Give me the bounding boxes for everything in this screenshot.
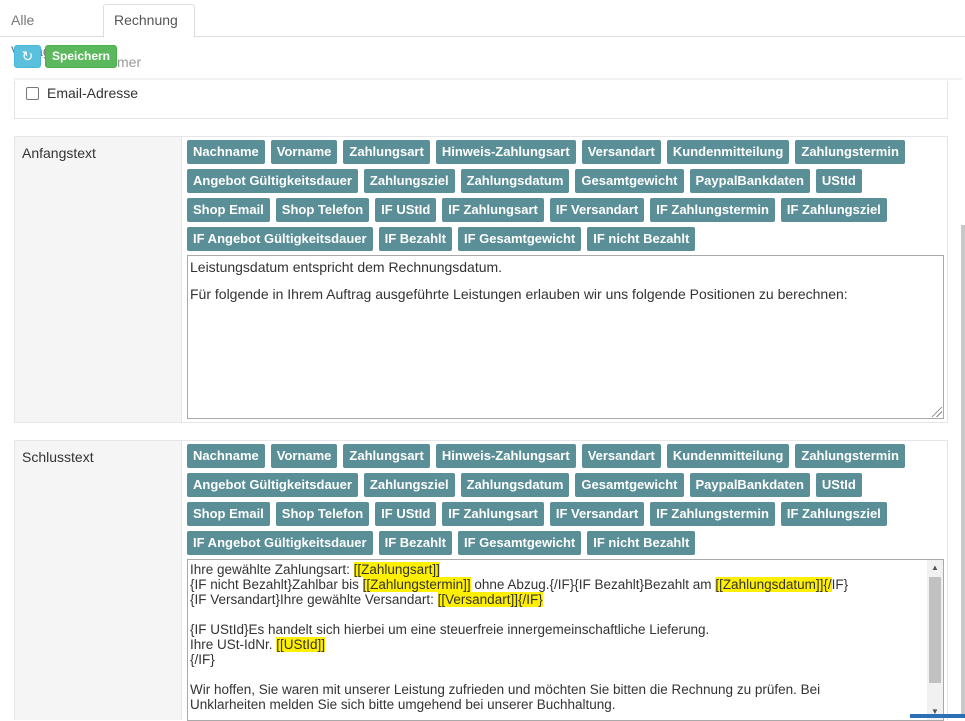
accent-strip [910,714,965,718]
var-button-if-zahlungstermin[interactable]: IF Zahlungstermin [650,502,775,526]
var-button-zahlungstermin[interactable]: Zahlungstermin [795,140,905,164]
var-button-if-bezahlt[interactable]: IF Bezahlt [378,531,452,555]
refresh-icon: ↻ [21,48,34,64]
var-button-kundenmitteilung[interactable]: Kundenmitteilung [666,140,790,164]
var-button-vorname[interactable]: Vorname [270,140,338,164]
var-button-hinweis-zahlungsart[interactable]: Hinweis-Zahlungsart [435,140,576,164]
var-button-paypalbankdaten[interactable]: PaypalBankdaten [689,473,810,497]
divider [14,78,962,80]
anfangstext-section: Anfangstext Nachname Vorname Zahlungsart Hi… [14,136,948,423]
var-button-if-gesamtgewicht[interactable]: IF Gesamtgewicht [458,531,582,555]
refresh-button[interactable]: ↻ [14,45,41,68]
var-button-if-bezahlt[interactable]: IF Bezahlt [378,227,452,251]
resize-handle-icon[interactable] [932,407,942,417]
var-button-if-angebot-gueltigkeitsdauer[interactable]: IF Angebot Gültigkeitsdauer [187,531,373,555]
var-button-if-zahlungsart[interactable]: IF Zahlungsart [442,502,544,526]
var-button-zahlungsart[interactable]: Zahlungsart [343,444,430,468]
var-button-shop-telefon[interactable]: Shop Telefon [275,502,370,526]
var-button-zahlungsziel[interactable]: Zahlungsziel [363,473,455,497]
var-button-shop-email[interactable]: Shop Email [187,502,270,526]
textarea-line: Unklarheiten melden Sie sich bitte umgeh… [190,697,616,712]
var-button-angebot-gueltigkeitsdauer[interactable]: Angebot Gültigkeitsdauer [187,473,358,497]
placeholder-highlight: [[Zahlungsdatum]]{/ [715,577,832,592]
var-button-if-zahlungstermin[interactable]: IF Zahlungstermin [650,198,775,222]
var-button-if-nicht-bezahlt[interactable]: IF nicht Bezahlt [587,227,696,251]
schlusstext-section: Schlusstext Nachname Vorname Zahlungsart Hi… [14,440,948,721]
var-button-shop-email[interactable]: Shop Email [187,198,270,222]
var-button-if-zahlungsziel[interactable]: IF Zahlungsziel [780,502,887,526]
var-button-ustid[interactable]: UStId [815,473,862,497]
var-button-kundenmitteilung[interactable]: Kundenmitteilung [666,444,790,468]
page-scrollbar[interactable] [961,225,965,715]
schlusstext-content: Nachname Vorname Zahlungsart Hinweis-Zahlun… [181,441,947,721]
var-button-gesamtgewicht[interactable]: Gesamtgewicht [575,473,684,497]
textarea-line: Ihre USt-IdNr. [[UStId]] [190,637,326,652]
var-button-vorname[interactable]: Vorname [270,444,338,468]
textarea-line: Für folgende in Ihrem Auftrag ausgeführt… [190,286,848,302]
textarea-line: Wir hoffen, Sie waren mit unserer Leistu… [190,682,821,697]
var-button-if-zahlungsziel[interactable]: IF Zahlungsziel [780,198,887,222]
var-button-versandart[interactable]: Versandart [581,444,661,468]
var-button-nachname[interactable]: Nachname [187,444,265,468]
email-checkbox[interactable] [26,87,39,100]
placeholder-highlight: [[Zahlungsart]] [353,562,440,577]
textarea-line: Leistungsdatum entspricht dem Rechnungsd… [190,259,503,275]
var-button-gesamtgewicht[interactable]: Gesamtgewicht [575,169,684,193]
var-button-zahlungsdatum[interactable]: Zahlungsdatum [460,169,570,193]
var-button-nachname[interactable]: Nachname [187,140,265,164]
schlusstext-textarea[interactable]: Ihre gewählte Zahlungsart: [[Zahlungsart… [187,559,944,721]
schlusstext-label: Schlusstext [22,449,94,465]
anfangstext-label: Anfangstext [22,145,96,161]
var-button-angebot-gueltigkeitsdauer[interactable]: Angebot Gültigkeitsdauer [187,169,358,193]
variable-buttons: Nachname Vorname Zahlungsart Hinweis-Zahlun… [187,140,947,256]
obscured-label: mer [117,54,142,70]
var-button-zahlungsdatum[interactable]: Zahlungsdatum [460,473,570,497]
placeholder-highlight: [[UStId]] [276,637,326,652]
var-button-hinweis-zahlungsart[interactable]: Hinweis-Zahlungsart [435,444,576,468]
var-button-if-ustid[interactable]: IF UStId [375,198,437,222]
var-button-paypalbankdaten[interactable]: PaypalBankdaten [689,169,810,193]
placeholder-highlight: [[Zahlungstermin]] [362,577,471,592]
save-button[interactable]: Speichern [45,45,117,68]
textarea-line: {IF UStId}Es handelt sich hierbei um ein… [190,622,710,637]
var-button-zahlungsart[interactable]: Zahlungsart [343,140,430,164]
variable-buttons: Nachname Vorname Zahlungsart Hinweis-Zahlun… [187,444,947,560]
textarea-line: Ihre gewählte Zahlungsart: [[Zahlungsart… [190,562,440,577]
textarea-line: {IF nicht Bezahlt}Zahlbar bis [[Zahlungs… [190,577,849,592]
var-button-if-nicht-bezahlt[interactable]: IF nicht Bezahlt [587,531,696,555]
var-button-if-versandart[interactable]: IF Versandart [549,198,645,222]
scroll-up-icon[interactable]: ▲ [927,560,943,576]
textarea-scrollbar[interactable]: ▲ ▼ [927,560,943,720]
var-button-if-ustid[interactable]: IF UStId [375,502,437,526]
tab-alle-vorlagen[interactable]: Alle Vorlagen [0,4,102,59]
var-button-if-zahlungsart[interactable]: IF Zahlungsart [442,198,544,222]
var-button-shop-telefon[interactable]: Shop Telefon [275,198,370,222]
email-option-row: Email-Adresse [14,81,948,119]
anfangstext-textarea[interactable]: Leistungsdatum entspricht dem Rechnungsd… [187,255,944,419]
var-button-zahlungsziel[interactable]: Zahlungsziel [363,169,455,193]
var-button-if-versandart[interactable]: IF Versandart [549,502,645,526]
scrollbar-thumb[interactable] [929,577,941,683]
placeholder-highlight: [[Versandart]]{/IF} [437,592,543,607]
var-button-if-gesamtgewicht[interactable]: IF Gesamtgewicht [458,227,582,251]
var-button-if-angebot-gueltigkeitsdauer[interactable]: IF Angebot Gültigkeitsdauer [187,227,373,251]
var-button-versandart[interactable]: Versandart [581,140,661,164]
var-button-ustid[interactable]: UStId [815,169,862,193]
var-button-zahlungstermin[interactable]: Zahlungstermin [795,444,905,468]
email-checkbox-label[interactable]: Email-Adresse [47,85,138,101]
anfangstext-content: Nachname Vorname Zahlungsart Hinweis-Zahlun… [181,137,947,422]
tab-rechnung[interactable]: Rechnung [103,4,195,38]
textarea-line: {IF Versandart}Ihre gewählte Versandart:… [190,592,543,607]
tab-bar: Alle Vorlagen Rechnung [0,0,965,59]
textarea-line: {/IF} [190,652,215,667]
